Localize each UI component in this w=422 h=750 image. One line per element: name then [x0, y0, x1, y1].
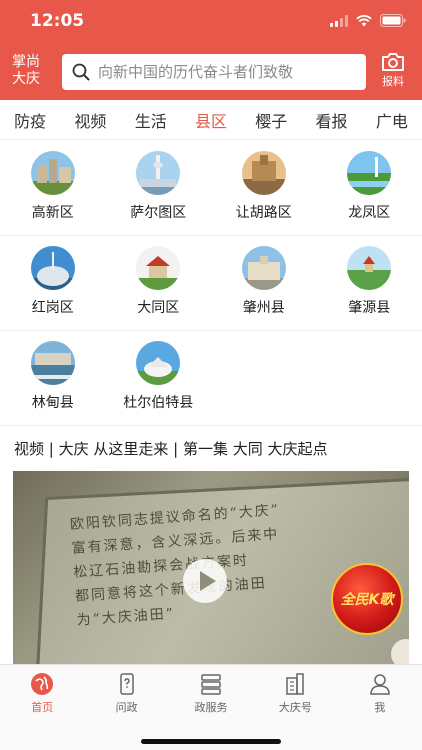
district-name: 大同区: [137, 300, 180, 316]
nav-label: 首页: [31, 701, 54, 714]
phone-question-icon: [119, 673, 134, 695]
status-time: 12:05: [30, 11, 85, 31]
district-item-duerbote[interactable]: 杜尔伯特县: [106, 331, 212, 425]
district-name: 高新区: [31, 205, 74, 221]
app-logo-text: 掌尚大庆: [12, 54, 40, 87]
district-name: 肇源县: [348, 300, 391, 316]
article-title[interactable]: 视频 | 大庆 从这里走来 | 第一集 大同 大庆起点: [14, 438, 328, 459]
tower-photo-icon: [136, 151, 181, 195]
wifi-icon: [356, 14, 372, 27]
person-icon: [370, 674, 390, 695]
nav-home[interactable]: 首页: [0, 665, 84, 715]
tab-shenghuo[interactable]: 生活: [121, 108, 181, 132]
modern-buildings-photo-icon: [30, 151, 75, 195]
search-input[interactable]: [98, 63, 348, 81]
nav-label: 大庆号: [278, 701, 312, 714]
karaoke-ad-badge[interactable]: 全民K歌: [331, 563, 403, 635]
district-name: 肇州县: [242, 300, 285, 316]
yurt-photo-icon: [136, 341, 181, 385]
status-bar: 12:05: [0, 0, 422, 44]
nav-label: 我: [374, 701, 386, 714]
district-row: 林甸县 杜尔伯特县: [0, 331, 422, 426]
district-name: 让胡路区: [235, 205, 292, 221]
search-bar[interactable]: [62, 54, 366, 90]
nav-wenzheng[interactable]: 问政: [84, 665, 168, 715]
app-header: 掌尚大庆 报料: [0, 44, 422, 100]
server-stack-icon: [201, 674, 221, 695]
battery-icon: [380, 14, 406, 27]
district-item-saertu[interactable]: 萨尔图区: [106, 141, 212, 235]
nav-zhengfuwu[interactable]: 政服务: [169, 665, 253, 715]
tab-fangyi[interactable]: 防疫: [0, 108, 60, 132]
district-name: 萨尔图区: [130, 205, 187, 221]
district-item-datong[interactable]: 大同区: [106, 236, 212, 330]
monument-photo-icon: [241, 151, 286, 195]
district-item-zhaozhou[interactable]: 肇州县: [211, 236, 317, 330]
nav-me[interactable]: 我: [338, 665, 422, 715]
bottom-navigation: 首页 问政 政服务 大庆号 我: [0, 664, 422, 750]
district-item-gaoxin[interactable]: 高新区: [0, 141, 106, 235]
cellular-signal-icon: [330, 14, 348, 27]
pavilion-photo-icon: [136, 246, 181, 290]
channel-tabs: 防疫 视频 生活 县区 樱子 看报 广电: [0, 100, 422, 140]
nav-daqinghao[interactable]: 大庆号: [253, 665, 337, 715]
report-label: 报料: [382, 75, 404, 88]
tab-xianqu[interactable]: 县区: [181, 108, 241, 132]
nav-label: 政服务: [194, 701, 228, 714]
district-name: 红岗区: [31, 300, 74, 316]
tab-kanbao[interactable]: 看报: [301, 108, 361, 132]
district-row: 高新区 萨尔图区 让胡路区 龙凤区: [0, 141, 422, 236]
tab-guangdian[interactable]: 广电: [362, 108, 422, 132]
home-indicator[interactable]: [141, 739, 281, 744]
government-building-photo-icon: [241, 246, 286, 290]
hot-spring-photo-icon: [30, 341, 75, 385]
district-row: 红岗区 大同区 肇州县 肇源县: [0, 236, 422, 331]
camera-icon: [382, 53, 404, 71]
district-item-ranghulu[interactable]: 让胡路区: [211, 141, 317, 235]
district-name: 龙凤区: [348, 205, 391, 221]
video-player[interactable]: 欧阳钦同志提议命名的“大庆” 富有深意，含义深远。后来中 松辽石油勘探会战方案时…: [13, 471, 409, 664]
dome-building-photo-icon: [30, 246, 75, 290]
district-item-longfeng[interactable]: 龙凤区: [317, 141, 422, 235]
search-icon: [72, 63, 90, 81]
tab-shipin[interactable]: 视频: [60, 108, 120, 132]
district-name: 林甸县: [31, 395, 74, 411]
tab-yingzi[interactable]: 樱子: [241, 108, 301, 132]
report-button[interactable]: 报料: [376, 50, 410, 89]
nav-label: 问政: [115, 701, 138, 714]
globe-home-icon: [31, 673, 54, 695]
status-icons: [330, 14, 406, 27]
district-grid: 高新区 萨尔图区 让胡路区 龙凤区 红岗区 大同区 肇州县 肇源县 林甸县 杜尔…: [0, 141, 422, 426]
lake-pagoda-photo-icon: [347, 246, 392, 290]
wetland-tower-photo-icon: [347, 151, 392, 195]
play-icon[interactable]: [183, 559, 227, 603]
district-name: 杜尔伯特县: [123, 395, 194, 411]
district-item-lindian[interactable]: 林甸县: [0, 331, 106, 425]
building-icon: [286, 673, 305, 695]
district-item-zhaoyuan[interactable]: 肇源县: [317, 236, 422, 330]
district-item-honggang[interactable]: 红岗区: [0, 236, 106, 330]
